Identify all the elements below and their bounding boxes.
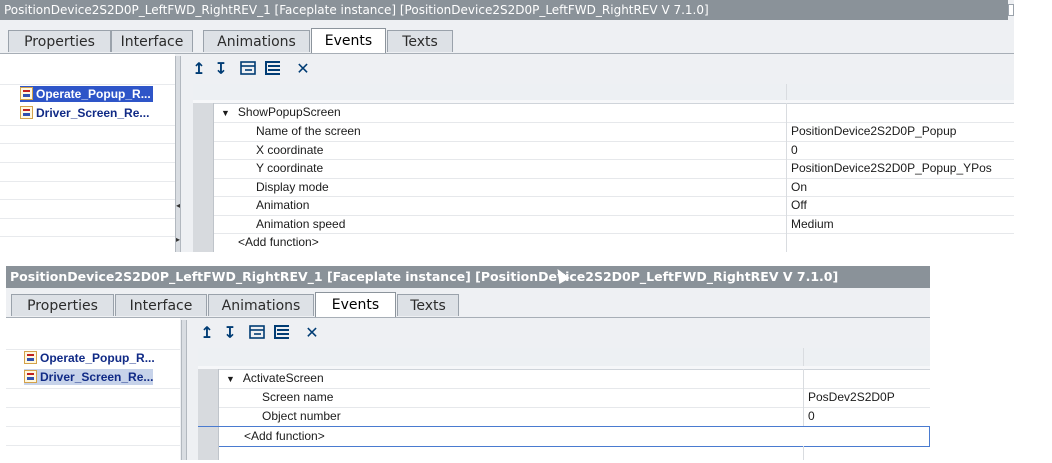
event-item-label: Driver_Screen_Re...	[36, 106, 150, 120]
function-grid: ▼ ActivateScreen Screen name PosDev2S2D0P…	[198, 348, 930, 460]
param-value[interactable]: 0	[791, 141, 798, 159]
param-row[interactable]: Y coordinate PositionDevice2S2D0P_Popup_…	[193, 159, 1014, 179]
function-row[interactable]: ▼ ShowPopupScreen	[193, 103, 1014, 123]
empty-row	[198, 446, 930, 460]
function-name: ActivateScreen	[242, 371, 324, 385]
collapse-all-icon[interactable]	[249, 324, 267, 342]
tab-interface[interactable]: Interface	[111, 30, 193, 52]
function-toolbar: ↥ ↧ ✕	[198, 320, 398, 346]
expand-all-icon[interactable]	[273, 324, 291, 342]
event-item-driver-screen[interactable]: Driver_Screen_Re...	[24, 369, 154, 385]
tab-texts[interactable]: Texts	[387, 30, 453, 52]
param-value[interactable]: PosDev2S2D0P	[808, 388, 895, 407]
move-down-icon[interactable]: ↧	[221, 324, 239, 342]
event-item-label: Driver_Screen_Re...	[40, 370, 154, 384]
param-row[interactable]: Display mode On	[193, 178, 1014, 197]
event-item-operate-popup[interactable]: Operate_Popup_R...	[20, 86, 153, 102]
param-value[interactable]: On	[791, 178, 807, 196]
tab-properties[interactable]: Properties	[8, 30, 111, 52]
param-row[interactable]: Screen name PosDev2S2D0P	[198, 388, 930, 408]
function-list-icon	[24, 370, 37, 383]
event-list: Operate_Popup_R... Driver_Screen_Re...	[0, 54, 175, 252]
inspector-window-1: PositionDevice2S2D0P_LeftFWD_RightREV_1 …	[0, 0, 1014, 252]
tab-bar: Properties Interface Animations Events T…	[0, 20, 1014, 54]
function-list-icon	[24, 351, 37, 364]
delete-icon[interactable]: ✕	[294, 60, 312, 78]
collapse-all-icon[interactable]	[240, 60, 258, 78]
tab-animations[interactable]: Animations	[208, 294, 314, 316]
window-title: PositionDevice2S2D0P_LeftFWD_RightREV_1 …	[6, 266, 930, 288]
param-row[interactable]: Animation speed Medium	[193, 215, 1014, 234]
function-name: ShowPopupScreen	[237, 105, 341, 119]
title-restore-icon[interactable]	[1008, 4, 1014, 16]
function-grid: ▼ ShowPopupScreen Name of the screen Posi…	[193, 84, 1014, 252]
add-function-label[interactable]: <Add function>	[244, 427, 325, 446]
param-row[interactable]: Animation Off	[193, 196, 1014, 216]
event-item-label: Operate_Popup_R...	[36, 87, 151, 101]
param-name: Y coordinate	[256, 161, 324, 175]
move-up-icon[interactable]: ↥	[198, 324, 216, 342]
grid-header	[193, 84, 1014, 101]
event-item-label: Operate_Popup_R...	[40, 351, 155, 365]
function-row[interactable]: ▼ ActivateScreen	[198, 369, 930, 389]
tab-events[interactable]: Events	[315, 292, 396, 317]
param-row[interactable]: Name of the screen PositionDevice2S2D0P_…	[193, 122, 1014, 142]
param-row[interactable]: Object number 0	[198, 407, 930, 427]
grid-header	[198, 348, 930, 367]
param-value[interactable]: Off	[791, 196, 807, 215]
tab-texts[interactable]: Texts	[397, 294, 459, 316]
inspector-window-2: PositionDevice2S2D0P_LeftFWD_RightREV_1 …	[6, 265, 930, 460]
function-list-icon	[20, 87, 33, 100]
move-up-icon[interactable]: ↥	[190, 60, 208, 78]
expand-triangle-icon[interactable]: ▼	[221, 104, 230, 123]
tab-events[interactable]: Events	[311, 28, 386, 53]
tab-animations[interactable]: Animations	[203, 30, 310, 52]
scroll-left-arrow[interactable]: ◂	[176, 202, 180, 210]
param-value[interactable]: PositionDevice2S2D0P_Popup_YPos	[791, 159, 992, 178]
tab-bar: Properties Interface Animations Events T…	[6, 288, 930, 318]
event-item-operate-popup[interactable]: Operate_Popup_R...	[24, 350, 155, 366]
param-value[interactable]: 0	[808, 407, 815, 426]
param-name: Animation speed	[256, 217, 346, 231]
param-name: Display mode	[256, 180, 329, 194]
param-value[interactable]: PositionDevice2S2D0P_Popup	[791, 122, 956, 141]
tab-properties[interactable]: Properties	[11, 294, 114, 316]
param-name: Object number	[262, 409, 341, 423]
param-name: Name of the screen	[256, 124, 361, 138]
event-item-driver-screen[interactable]: Driver_Screen_Re...	[20, 105, 149, 121]
event-list: Operate_Popup_R... Driver_Screen_Re...	[6, 318, 180, 460]
param-name: X coordinate	[256, 143, 324, 157]
move-down-icon[interactable]: ↧	[212, 60, 230, 78]
delete-icon[interactable]: ✕	[303, 324, 321, 342]
param-name: Animation	[256, 198, 310, 212]
add-function-label[interactable]: <Add function>	[238, 233, 319, 252]
param-value[interactable]: Medium	[791, 215, 834, 233]
tab-interface[interactable]: Interface	[115, 294, 207, 316]
param-name: Screen name	[262, 390, 334, 404]
param-row[interactable]: X coordinate 0	[193, 141, 1014, 160]
expand-triangle-icon[interactable]: ▼	[226, 370, 235, 389]
scroll-right-arrow[interactable]: ▸	[176, 236, 180, 244]
function-toolbar: ↥ ↧ ✕	[190, 56, 390, 82]
add-function-row[interactable]: <Add function>	[193, 233, 1014, 252]
splitter[interactable]: ◂ ▸	[175, 56, 181, 252]
splitter[interactable]	[181, 320, 187, 460]
add-function-row[interactable]: <Add function>	[198, 426, 930, 447]
window-title: PositionDevice2S2D0P_LeftFWD_RightREV_1 …	[0, 0, 1008, 20]
function-list-icon	[20, 106, 33, 119]
expand-all-icon[interactable]	[264, 60, 282, 78]
